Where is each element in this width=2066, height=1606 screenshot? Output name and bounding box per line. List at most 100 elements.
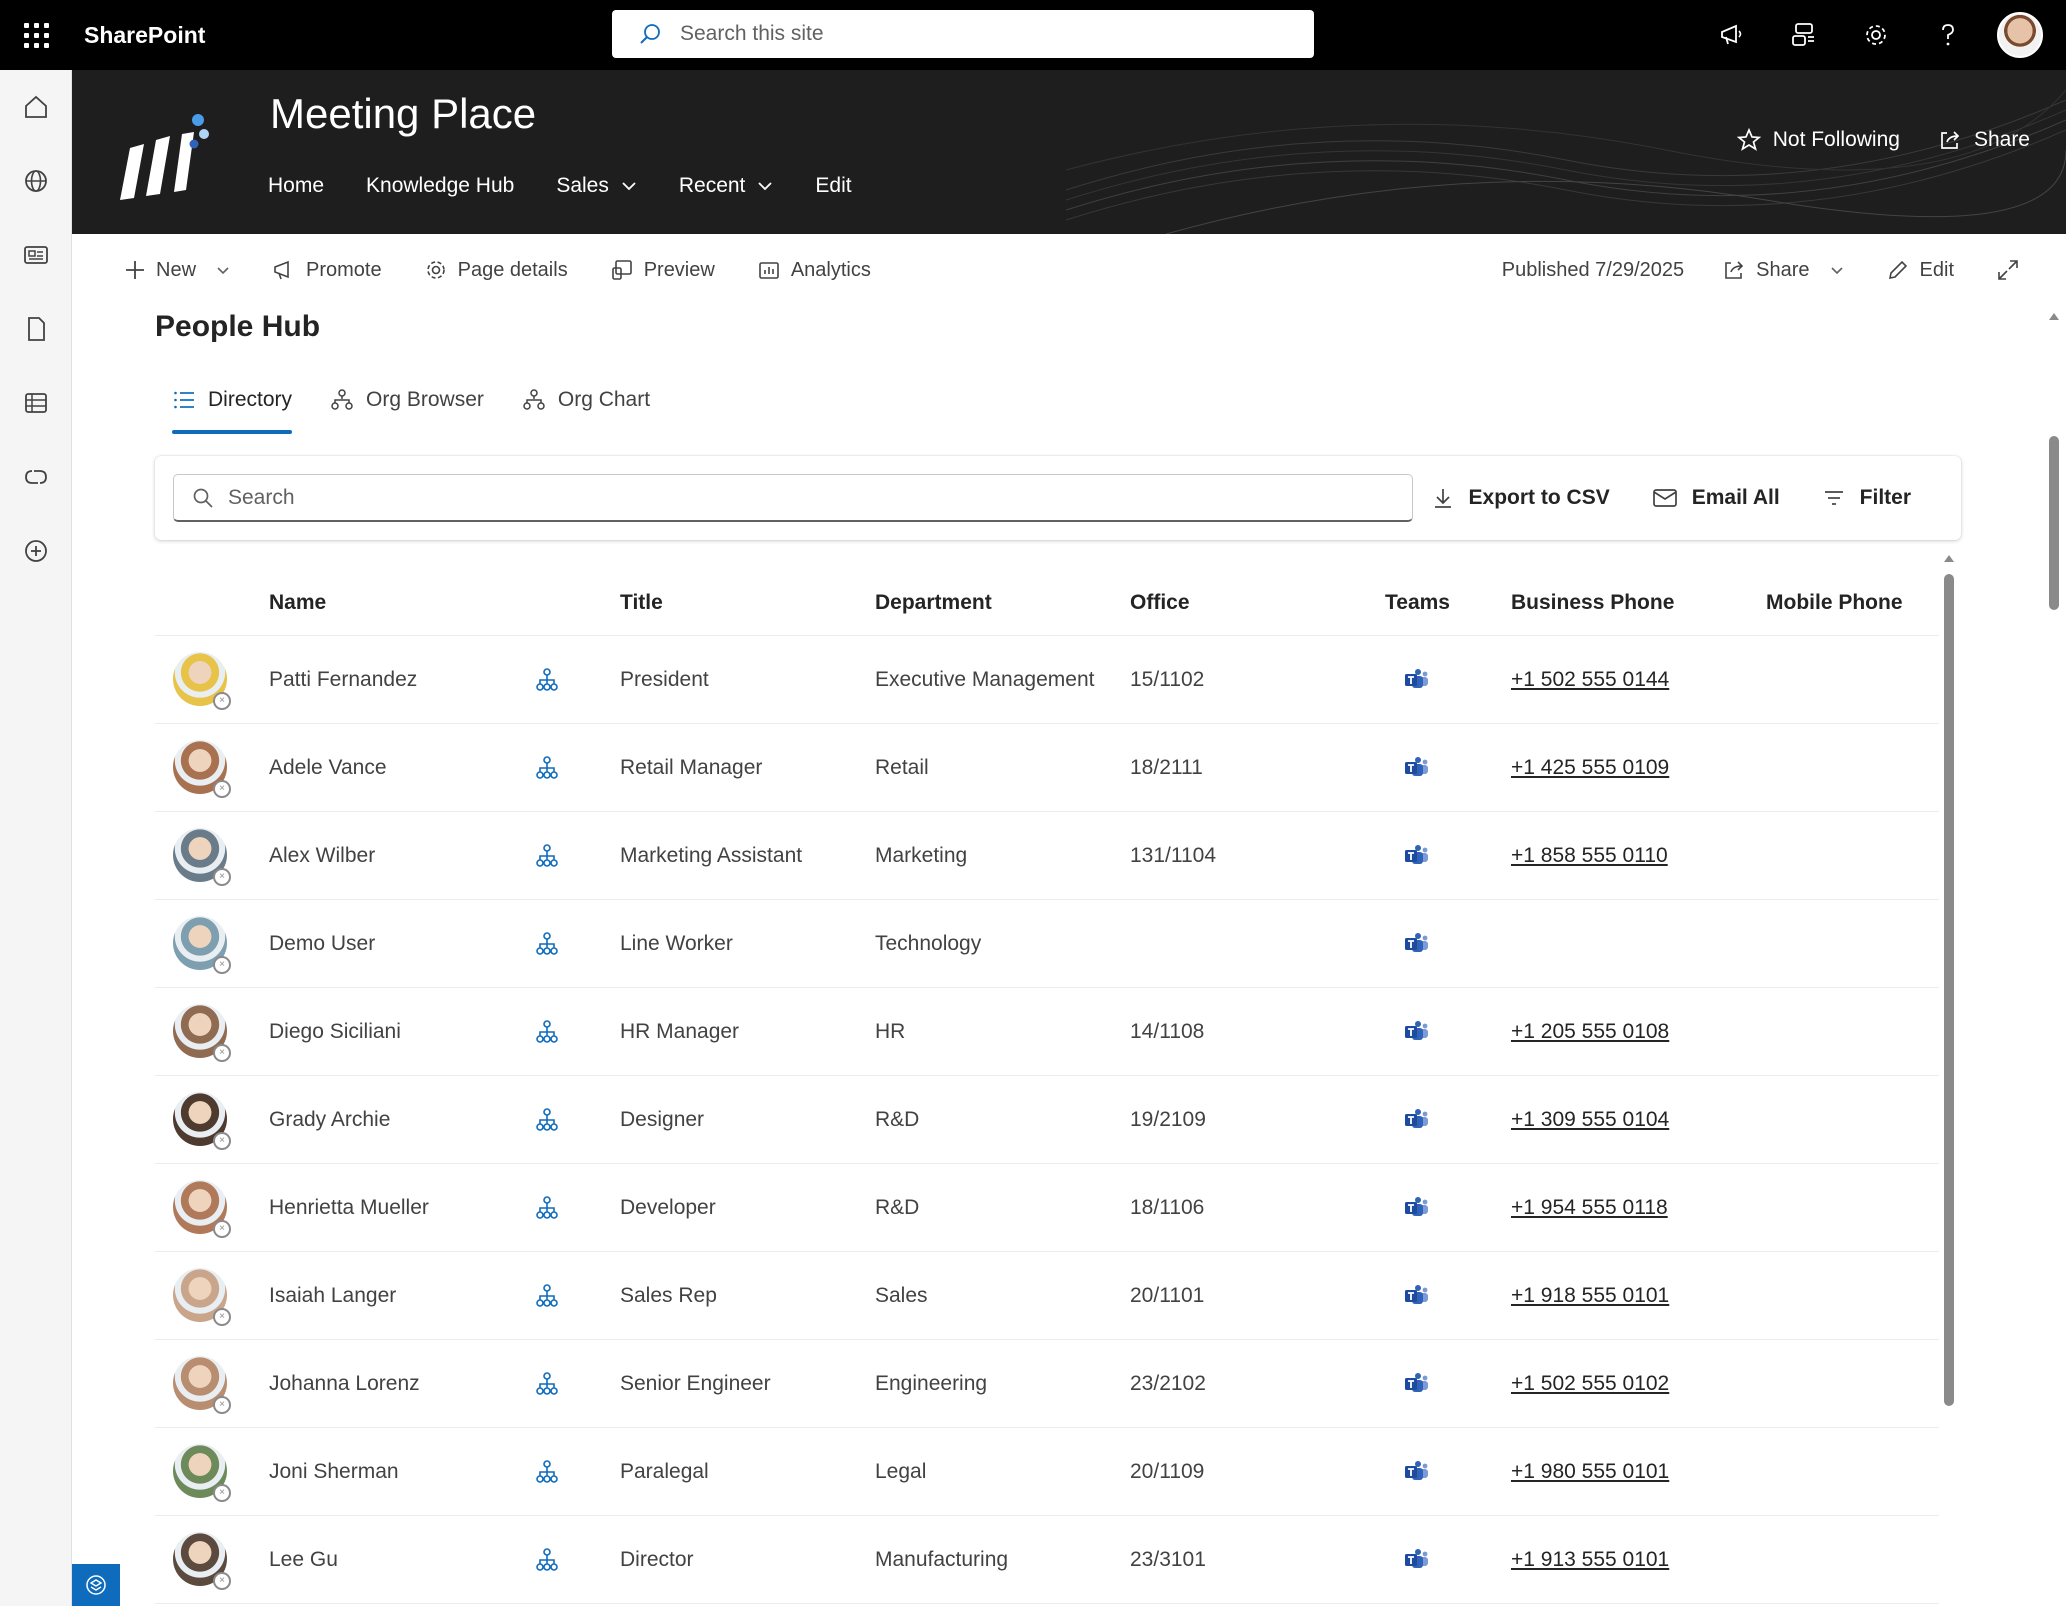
person-name[interactable]: Johanna Lorenz bbox=[269, 1340, 420, 1428]
teams-chat-button[interactable] bbox=[1403, 1164, 1429, 1252]
rail-lists[interactable] bbox=[0, 366, 72, 440]
page-scrollbar[interactable] bbox=[2046, 310, 2062, 1606]
suite-brand[interactable]: SharePoint bbox=[84, 22, 205, 49]
org-chart-button[interactable] bbox=[535, 724, 559, 812]
business-phone-link[interactable]: +1 309 555 0104 bbox=[1511, 1076, 1669, 1164]
tab-org-browser[interactable]: Org Browser bbox=[330, 380, 484, 420]
table-scrollbar-thumb[interactable] bbox=[1944, 574, 1954, 1406]
table-row[interactable]: × Patti Fernandez President Executive Manag… bbox=[155, 636, 1939, 724]
nav-home[interactable]: Home bbox=[268, 174, 324, 198]
export-csv-button[interactable]: Export to CSV bbox=[1431, 486, 1610, 510]
person-name[interactable]: Alex Wilber bbox=[269, 812, 375, 900]
column-header-teams[interactable]: Teams bbox=[1385, 591, 1450, 615]
person-name[interactable]: Henrietta Mueller bbox=[269, 1164, 429, 1252]
org-chart-button[interactable] bbox=[535, 900, 559, 988]
person-name[interactable]: Grady Archie bbox=[269, 1076, 390, 1164]
tab-org-chart[interactable]: Org Chart bbox=[522, 380, 650, 420]
teams-chat-button[interactable] bbox=[1403, 900, 1429, 988]
table-row[interactable]: × Diego Siciliani HR Manager HR 14/1108 +1 20… bbox=[155, 988, 1939, 1076]
table-row[interactable]: × Johanna Lorenz Senior Engineer Engineerin… bbox=[155, 1340, 1939, 1428]
table-row[interactable]: × Joni Sherman Paralegal Legal 20/1109 +1 980… bbox=[155, 1428, 1939, 1516]
org-chart-button[interactable] bbox=[535, 1428, 559, 1516]
person-avatar[interactable]: × bbox=[173, 916, 231, 974]
tab-directory[interactable]: Directory bbox=[172, 380, 293, 434]
analytics-button[interactable]: Analytics bbox=[757, 258, 871, 282]
person-avatar[interactable]: × bbox=[173, 1004, 231, 1062]
teams-chat-button[interactable] bbox=[1403, 1516, 1429, 1604]
site-share-button[interactable]: Share bbox=[1938, 128, 2030, 152]
column-header-mobile-phone[interactable]: Mobile Phone bbox=[1766, 591, 1903, 615]
rail-sites[interactable] bbox=[0, 144, 72, 218]
person-avatar[interactable]: × bbox=[173, 828, 231, 886]
feedback-button[interactable] bbox=[72, 1564, 120, 1606]
person-avatar[interactable]: × bbox=[173, 652, 231, 710]
rail-home[interactable] bbox=[0, 70, 72, 144]
nav-edit[interactable]: Edit bbox=[815, 174, 851, 198]
business-phone-link[interactable]: +1 980 555 0101 bbox=[1511, 1428, 1669, 1516]
teams-chat-button[interactable] bbox=[1403, 636, 1429, 724]
page-scrollbar-thumb[interactable] bbox=[2049, 436, 2059, 610]
org-chart-button[interactable] bbox=[535, 1516, 559, 1604]
site-title[interactable]: Meeting Place bbox=[270, 90, 536, 138]
person-name[interactable]: Diego Siciliani bbox=[269, 988, 401, 1076]
business-phone-link[interactable]: +1 913 555 0101 bbox=[1511, 1516, 1669, 1604]
app-switch-button[interactable] bbox=[1768, 0, 1840, 70]
table-scrollbar[interactable] bbox=[1942, 552, 1956, 1606]
person-name[interactable]: Adele Vance bbox=[269, 724, 387, 812]
org-chart-button[interactable] bbox=[535, 812, 559, 900]
business-phone-link[interactable]: +1 425 555 0109 bbox=[1511, 724, 1669, 812]
site-logo[interactable] bbox=[116, 108, 226, 208]
person-avatar[interactable]: × bbox=[173, 1444, 231, 1502]
person-avatar[interactable]: × bbox=[173, 1356, 231, 1414]
table-row[interactable]: × Demo User Line Worker Technology bbox=[155, 900, 1939, 988]
table-row[interactable]: × Adele Vance Retail Manager Retail 18/2111 +… bbox=[155, 724, 1939, 812]
teams-chat-button[interactable] bbox=[1403, 724, 1429, 812]
person-name[interactable]: Lee Gu bbox=[269, 1516, 338, 1604]
person-name[interactable]: Patti Fernandez bbox=[269, 636, 417, 724]
teams-chat-button[interactable] bbox=[1403, 1076, 1429, 1164]
org-chart-button[interactable] bbox=[535, 1076, 559, 1164]
promote-button[interactable]: Promote bbox=[272, 258, 382, 282]
person-avatar[interactable]: × bbox=[173, 1092, 231, 1150]
org-chart-button[interactable] bbox=[535, 1164, 559, 1252]
table-row[interactable]: × Isaiah Langer Sales Rep Sales 20/1101 +1 91… bbox=[155, 1252, 1939, 1340]
table-row[interactable]: × Lee Gu Director Manufacturing 23/3101 +1 91… bbox=[155, 1516, 1939, 1604]
business-phone-link[interactable]: +1 954 555 0118 bbox=[1511, 1164, 1668, 1252]
app-launcher-button[interactable] bbox=[0, 0, 72, 70]
column-header-name[interactable]: Name bbox=[269, 591, 326, 615]
column-header-office[interactable]: Office bbox=[1130, 591, 1190, 615]
follow-button[interactable]: Not Following bbox=[1736, 128, 1900, 152]
org-chart-button[interactable] bbox=[535, 1252, 559, 1340]
rail-create[interactable] bbox=[0, 514, 72, 588]
org-chart-button[interactable] bbox=[535, 636, 559, 724]
org-chart-button[interactable] bbox=[535, 1340, 559, 1428]
business-phone-link[interactable]: +1 205 555 0108 bbox=[1511, 988, 1669, 1076]
site-search-box[interactable]: Search this site bbox=[612, 10, 1314, 58]
table-row[interactable]: × Alex Wilber Marketing Assistant Marketing… bbox=[155, 812, 1939, 900]
expand-button[interactable] bbox=[1996, 258, 2020, 282]
table-row[interactable]: × Grady Archie Designer R&D 19/2109 +1 309 55… bbox=[155, 1076, 1939, 1164]
org-chart-button[interactable] bbox=[535, 988, 559, 1076]
rail-files[interactable] bbox=[0, 292, 72, 366]
business-phone-link[interactable]: +1 858 555 0110 bbox=[1511, 812, 1668, 900]
page-details-button[interactable]: Page details bbox=[424, 258, 568, 282]
person-name[interactable]: Joni Sherman bbox=[269, 1428, 399, 1516]
teams-chat-button[interactable] bbox=[1403, 1252, 1429, 1340]
help-button[interactable] bbox=[1912, 0, 1984, 70]
person-avatar[interactable]: × bbox=[173, 1532, 231, 1590]
person-avatar[interactable]: × bbox=[173, 740, 231, 798]
email-all-button[interactable]: Email All bbox=[1652, 486, 1780, 510]
business-phone-link[interactable]: +1 502 555 0102 bbox=[1511, 1340, 1669, 1428]
filter-button[interactable]: Filter bbox=[1822, 486, 1911, 510]
nav-sales[interactable]: Sales bbox=[556, 174, 637, 198]
nav-recent[interactable]: Recent bbox=[679, 174, 774, 198]
person-avatar[interactable]: × bbox=[173, 1268, 231, 1326]
page-share-button[interactable]: Share bbox=[1722, 258, 1843, 282]
column-header-business-phone[interactable]: Business Phone bbox=[1511, 591, 1674, 615]
announcements-button[interactable] bbox=[1696, 0, 1768, 70]
rail-news[interactable] bbox=[0, 218, 72, 292]
teams-chat-button[interactable] bbox=[1403, 1340, 1429, 1428]
person-name[interactable]: Isaiah Langer bbox=[269, 1252, 396, 1340]
new-button[interactable]: New bbox=[124, 259, 230, 282]
rail-loop[interactable] bbox=[0, 440, 72, 514]
